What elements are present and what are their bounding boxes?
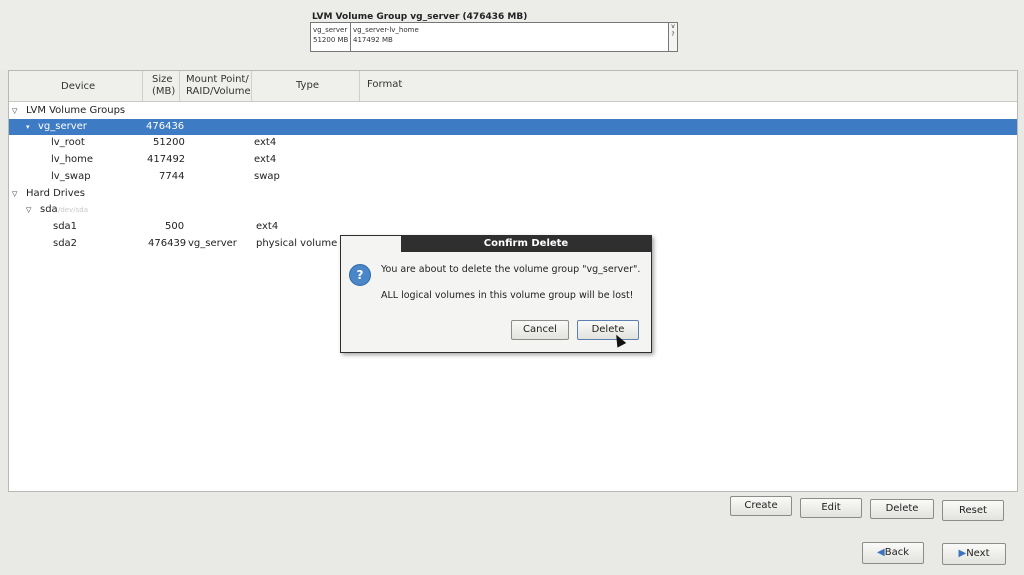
row-device: sda2 [53,238,78,249]
row-size: 417492 [147,154,186,165]
confirm-delete-dialog: Confirm Delete ? You are about to delete… [340,235,652,353]
vg-header-title: LVM Volume Group vg_server (476436 MB) [312,12,528,22]
tree-row-lv-swap[interactable]: lv_swap 7744 swap [9,169,1017,185]
next-button[interactable]: ▶Next [942,543,1006,565]
col-size-l1[interactable]: Size [152,74,173,86]
vg-segment-name: vg_server-lv_home [353,26,419,34]
row-type: physical volume ( [256,238,345,249]
row-device: LVM Volume Groups [26,105,126,116]
dialog-detail: ALL logical volumes in this volume group… [381,290,634,301]
row-type: ext4 [254,137,277,148]
next-label: Next [966,548,990,559]
row-size: 476439 [148,238,187,249]
col-mount-l1[interactable]: Mount Point/ [186,74,249,86]
back-arrow-icon: ◀ [877,547,885,558]
row-device: lv_root [51,137,85,148]
column-divider [142,71,143,101]
scroll-down-icon: v [671,23,675,30]
row-device: sda [40,204,58,215]
row-mount: vg_server [188,238,237,249]
back-button[interactable]: ◀Back [862,542,924,564]
col-type[interactable]: Type [296,80,319,92]
confirm-delete-button[interactable]: Delete [577,320,639,340]
row-device: Hard Drives [26,188,85,199]
vg-segment-lv-root[interactable]: vg_server 51200 MB [311,23,351,51]
col-mount-l2[interactable]: RAID/Volume [186,86,251,98]
tree-row-lv-root[interactable]: lv_root 51200 ext4 [9,135,1017,151]
delete-button[interactable]: Delete [870,499,934,519]
col-format[interactable]: Format [367,79,402,91]
row-type: ext4 [256,221,279,232]
col-device[interactable]: Device [61,81,95,93]
tree-row-sda[interactable]: ▽ sda /dev/sda [9,202,1017,218]
column-divider [359,71,360,101]
col-size-l2[interactable]: (MB) [152,86,175,98]
expander-down-icon[interactable]: ▽ [12,103,17,119]
vg-segment-size: 51200 MB [313,36,349,44]
row-type: swap [254,171,280,182]
row-device: lv_home [51,154,94,165]
dialog-message: You are about to delete the volume group… [381,264,641,275]
row-size: 51200 [153,137,185,148]
expander-down-icon[interactable]: ▾ [26,119,30,135]
expander-down-icon[interactable]: ▽ [12,186,17,202]
row-size: 476436 [146,121,185,132]
column-headers: Device Size (MB) Mount Point/ RAID/Volum… [9,71,1017,102]
vg-segment-name: vg_server [313,26,348,34]
vg-map-scrollbar[interactable]: v ? [669,23,677,51]
tree-row-vg-server[interactable]: ▾ vg_server 476436 [9,119,1017,135]
question-icon: ? [349,264,371,286]
reset-button[interactable]: Reset [942,500,1004,521]
row-device: sda1 [53,221,78,232]
vg-segment-size: 417492 MB [353,36,393,44]
edit-button[interactable]: Edit [800,498,862,518]
tree-row-hard-drives[interactable]: ▽ Hard Drives [9,186,1017,202]
column-divider [179,71,180,101]
row-size: 500 [165,221,185,232]
vg-segment-lv-home[interactable]: vg_server-lv_home 417492 MB [351,23,669,51]
scroll-help-icon: ? [671,31,675,38]
tree-row-sda1[interactable]: sda1 500 ext4 [9,219,1017,235]
create-button[interactable]: Create [730,496,792,516]
vg-map[interactable]: vg_server 51200 MB vg_server-lv_home 417… [310,22,678,52]
row-type: ext4 [254,154,277,165]
row-device: lv_swap [51,171,91,182]
dialog-title: Confirm Delete [401,236,651,252]
back-label: Back [884,547,909,558]
row-device: vg_server [38,121,87,132]
row-device-path: /dev/sda [58,206,88,214]
column-divider [251,71,252,101]
tree-row-lv-home[interactable]: lv_home 417492 ext4 [9,152,1017,168]
row-size: 7744 [159,171,185,182]
expander-down-icon[interactable]: ▽ [26,202,31,218]
tree-row-lvm-groups[interactable]: ▽ LVM Volume Groups [9,103,1017,119]
cancel-button[interactable]: Cancel [511,320,569,340]
